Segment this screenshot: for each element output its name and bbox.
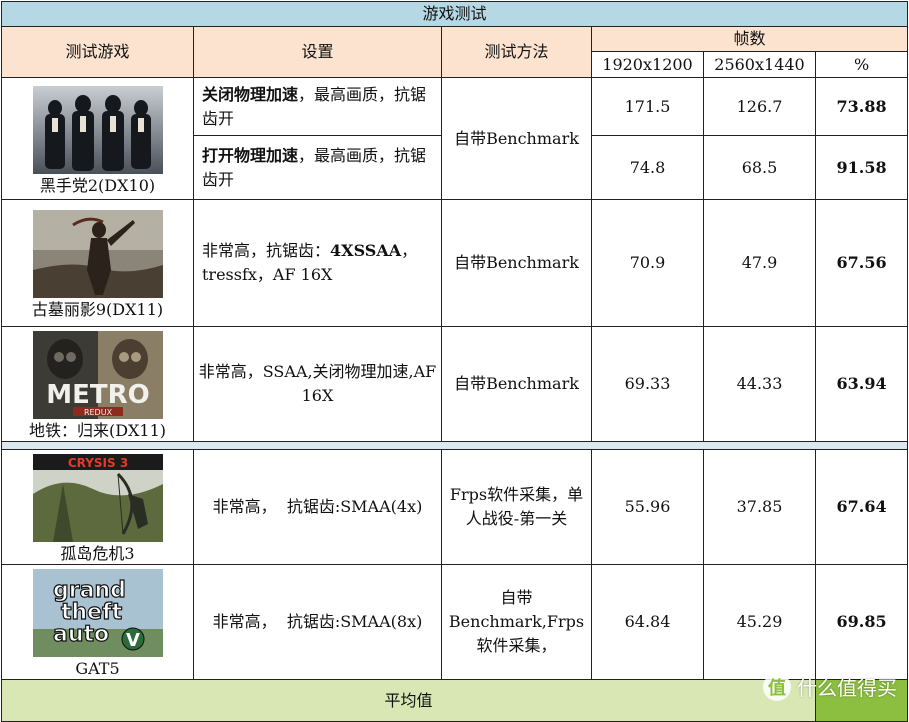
- percent-cell: 91.58: [814, 135, 909, 200]
- setting-cell: 打开物理加速，最高画质，抗锯齿开: [193, 135, 442, 200]
- watermark-text: 什么值得买: [797, 676, 897, 700]
- table-title: 游戏测试: [0, 1, 909, 27]
- benchmark-table: 游戏测试 测试游戏 设置 测试方法 帧数 1920x1200 2560x1440…: [0, 1, 909, 722]
- fps-1920-cell: 74.8: [591, 135, 704, 200]
- table-row: METRO REDUX 地铁：归来(DX11) 非常高，SSAA,关闭物理加速,…: [1, 326, 909, 442]
- percent-cell: 67.56: [814, 199, 909, 327]
- average-label: 平均值: [1, 679, 816, 722]
- method-cell: 自带Benchmark,Frps软件采集，: [441, 564, 592, 680]
- percent-cell: 69.85: [814, 564, 909, 680]
- game-name: 孤岛危机3: [60, 544, 135, 563]
- fps-1920-cell: 70.9: [591, 199, 704, 327]
- method-cell: 自带Benchmark: [441, 77, 592, 200]
- header-res-2560: 2560x1440: [703, 51, 816, 78]
- fps-1920-cell: 69.33: [591, 326, 704, 442]
- game-cell-mafia2: 黑手党2(DX10): [1, 77, 194, 200]
- fps-2560-cell: 37.85: [703, 449, 816, 565]
- section-divider: [0, 441, 909, 450]
- fps-1920-cell: 171.5: [591, 77, 704, 136]
- svg-text:auto: auto: [53, 622, 109, 647]
- game-name: GAT5: [75, 659, 120, 678]
- watermark: 值 什么值得买: [763, 672, 897, 701]
- method-cell: Frps软件采集，单人战役-第一关: [441, 449, 592, 565]
- gta5-cover-image: grand theft auto V: [32, 569, 163, 657]
- setting-cell: 非常高， 抗锯齿:SMAA(8x): [193, 564, 442, 680]
- header-setting: 设置: [193, 26, 442, 78]
- crysis3-cover-image: CRYSIS 3: [32, 454, 163, 542]
- game-name: 黑手党2(DX10): [39, 175, 156, 195]
- table-row: CRYSIS 3 孤岛危机3 非常高， 抗锯齿:SMAA(4x) Frps软件采…: [1, 449, 909, 565]
- svg-text:V: V: [126, 630, 140, 651]
- fps-2560-cell: 47.9: [703, 199, 816, 327]
- fps-2560-cell: 44.33: [703, 326, 816, 442]
- method-cell: 自带Benchmark: [441, 326, 592, 442]
- setting-cell: 非常高，SSAA,关闭物理加速,AF 16X: [193, 326, 442, 442]
- table-row: 古墓丽影9(DX11) 非常高，抗锯齿：4XSSAA，tressfx，AF 16…: [1, 199, 909, 327]
- game-cell-tomb-raider: 古墓丽影9(DX11): [1, 199, 194, 327]
- setting-cell: 非常高， 抗锯齿:SMAA(4x): [193, 449, 442, 565]
- fps-2560-cell: 45.29: [703, 564, 816, 680]
- header-res-1920: 1920x1200: [591, 51, 704, 78]
- game-cell-crysis3: CRYSIS 3 孤岛危机3: [1, 449, 194, 565]
- percent-cell: 73.88: [814, 77, 909, 136]
- header-percent: %: [814, 51, 909, 78]
- setting-cell: 关闭物理加速，最高画质，抗锯齿开: [193, 77, 442, 136]
- metro-cover-image: METRO REDUX: [32, 331, 163, 419]
- smzdm-logo-icon: 值: [763, 672, 791, 701]
- setting-cell: 非常高，抗锯齿：4XSSAA，tressfx，AF 16X: [193, 199, 442, 327]
- method-cell: 自带Benchmark: [441, 199, 592, 327]
- fps-1920-cell: 64.84: [591, 564, 704, 680]
- svg-text:CRYSIS 3: CRYSIS 3: [67, 456, 127, 470]
- svg-text:METRO: METRO: [46, 380, 150, 410]
- header-fps: 帧数: [590, 26, 909, 52]
- tomb-raider-cover-image: [32, 210, 163, 298]
- header-method: 测试方法: [441, 26, 592, 78]
- table-row: grand theft auto V GAT5 非常高， 抗锯齿:SMAA(8x…: [1, 564, 909, 680]
- percent-cell: 63.94: [814, 326, 909, 442]
- fps-1920-cell: 55.96: [591, 449, 704, 565]
- game-name: 地铁：归来(DX11): [28, 421, 167, 440]
- percent-cell: 67.64: [814, 449, 909, 565]
- game-cell-metro: METRO REDUX 地铁：归来(DX11): [1, 326, 194, 442]
- fps-2560-cell: 68.5: [703, 135, 816, 200]
- fps-2560-cell: 126.7: [703, 77, 816, 136]
- mafia2-cover-image: [32, 85, 163, 174]
- svg-text:REDUX: REDUX: [83, 408, 112, 417]
- table-row: 黑手党2(DX10) 关闭物理加速，最高画质，抗锯齿开 自带Benchmark …: [1, 77, 909, 200]
- game-cell-gta5: grand theft auto V GAT5: [1, 564, 194, 680]
- game-name: 古墓丽影9(DX11): [31, 300, 164, 319]
- header-game: 测试游戏: [1, 26, 194, 78]
